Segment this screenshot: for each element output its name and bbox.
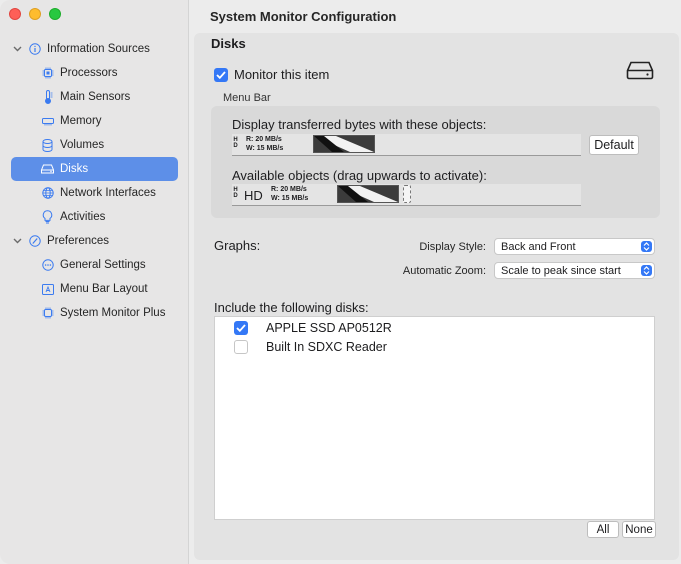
drive-icon — [41, 163, 54, 176]
disk-checkbox[interactable] — [234, 321, 248, 335]
default-button[interactable]: Default — [589, 135, 639, 155]
thermometer-icon — [41, 90, 54, 104]
list-item[interactable]: APPLE SSD AP0512R — [234, 319, 392, 337]
menu-bar-label: Menu Bar — [223, 92, 271, 104]
include-disks-label: Include the following disks: — [214, 300, 369, 315]
hd-big-label[interactable]: HD — [244, 188, 263, 203]
disk-name: Built In SDXC Reader — [266, 340, 387, 354]
ellipsis-circle-icon — [41, 259, 54, 272]
sidebar-item-main-sensors[interactable]: Main Sensors — [0, 85, 189, 109]
list-item[interactable]: Built In SDXC Reader — [234, 338, 387, 356]
sidebar-item-network-interfaces[interactable]: Network Interfaces — [0, 181, 189, 205]
sidebar-group-label: Information Sources — [47, 43, 150, 55]
menu-bar-box: Display transferred bytes with these obj… — [211, 106, 660, 218]
memory-icon — [41, 115, 54, 128]
display-style-value: Back and Front — [501, 240, 576, 253]
chevron-down-icon[interactable] — [12, 236, 22, 246]
sidebar-item-processors[interactable]: Processors — [0, 61, 189, 85]
disk-activity-graph[interactable] — [337, 185, 399, 203]
display-style-select[interactable]: Back and Front — [494, 238, 655, 255]
section-title: Disks — [211, 36, 246, 51]
spacer-object[interactable] — [403, 185, 411, 203]
sidebar-item-menu-bar-layout[interactable]: Menu Bar Layout — [0, 277, 189, 301]
sidebar-item-memory[interactable]: Memory — [0, 109, 189, 133]
sidebar-item-label: Disks — [60, 163, 89, 175]
display-objects-label: Display transferred bytes with these obj… — [232, 117, 487, 132]
disk-checkbox[interactable] — [234, 340, 248, 354]
sidebar-item-system-monitor-plus[interactable]: System Monitor Plus — [0, 301, 189, 325]
select-all-button[interactable]: All — [587, 521, 619, 538]
lightbulb-icon — [41, 210, 54, 224]
disk-name: APPLE SSD AP0512R — [266, 321, 392, 335]
chevron-up-down-icon — [641, 265, 652, 276]
sidebar-item-label: Processors — [60, 67, 118, 79]
window-title: System Monitor Configuration — [210, 9, 397, 24]
automatic-zoom-value: Scale to peak since start — [501, 264, 621, 277]
sidebar-group-label: Preferences — [47, 235, 110, 247]
sidebar-item-label: Menu Bar Layout — [60, 283, 148, 295]
chip-icon — [41, 307, 54, 320]
sidebar-item-label: General Settings — [60, 259, 146, 271]
disk-list: APPLE SSD AP0512R Built In SDXC Reader — [214, 316, 655, 520]
slash-circle-icon — [28, 235, 41, 248]
monitor-item-row[interactable]: Monitor this item — [214, 67, 329, 82]
sidebar-item-label: Memory — [60, 115, 102, 127]
disk-activity-graph[interactable] — [313, 135, 375, 153]
menubar-icon — [41, 283, 54, 296]
zoom-window-button[interactable] — [49, 8, 61, 20]
automatic-zoom-label: Automatic Zoom: — [402, 265, 486, 277]
sidebar-item-disks[interactable]: Disks — [11, 157, 178, 181]
graphs-label: Graphs: — [214, 238, 261, 253]
app-window: Information Sources Processors Main Sens… — [0, 0, 681, 564]
sidebar-group-information-sources[interactable]: Information Sources — [0, 37, 189, 61]
write-rate-label[interactable]: W: 15 MB/s — [246, 144, 283, 153]
display-style-label: Display Style: — [419, 241, 486, 253]
sidebar-item-label: Main Sensors — [60, 91, 131, 103]
available-objects-well[interactable]: HD HD R: 20 MB/s W: 15 MB/s — [232, 184, 581, 206]
chevron-down-icon[interactable] — [12, 44, 22, 54]
window-controls — [9, 8, 61, 20]
drive-icon — [626, 60, 654, 80]
write-rate-label[interactable]: W: 15 MB/s — [271, 194, 308, 203]
sidebar: Information Sources Processors Main Sens… — [0, 0, 189, 564]
active-objects-well[interactable]: HD R: 20 MB/s W: 15 MB/s — [232, 134, 581, 156]
sidebar-item-label: Activities — [60, 211, 106, 223]
hd-small-label[interactable]: HD — [233, 187, 238, 199]
sidebar-item-label: Network Interfaces — [60, 187, 156, 199]
sidebar-nav: Information Sources Processors Main Sens… — [0, 37, 189, 325]
info-circle-icon — [28, 43, 41, 56]
read-rate-label[interactable]: R: 20 MB/s — [246, 135, 282, 144]
globe-icon — [41, 187, 54, 200]
sidebar-item-activities[interactable]: Activities — [0, 205, 189, 229]
cpu-icon — [41, 67, 54, 80]
hd-small-label[interactable]: HD — [233, 137, 238, 149]
database-icon — [41, 138, 54, 152]
automatic-zoom-select[interactable]: Scale to peak since start — [494, 262, 655, 279]
sidebar-item-general-settings[interactable]: General Settings — [0, 253, 189, 277]
monitor-item-label: Monitor this item — [234, 67, 330, 82]
minimize-window-button[interactable] — [29, 8, 41, 20]
sidebar-item-volumes[interactable]: Volumes — [0, 133, 189, 157]
sidebar-item-label: System Monitor Plus — [60, 307, 166, 319]
available-objects-label: Available objects (drag upwards to activ… — [232, 168, 487, 183]
sidebar-item-label: Volumes — [60, 139, 105, 151]
sidebar-group-preferences[interactable]: Preferences — [0, 229, 189, 253]
read-rate-label[interactable]: R: 20 MB/s — [271, 185, 307, 194]
close-window-button[interactable] — [9, 8, 21, 20]
main-content: System Monitor Configuration Disks Monit… — [190, 0, 681, 564]
select-none-button[interactable]: None — [622, 521, 656, 538]
chevron-up-down-icon — [641, 241, 652, 252]
monitor-item-checkbox[interactable] — [214, 67, 228, 82]
